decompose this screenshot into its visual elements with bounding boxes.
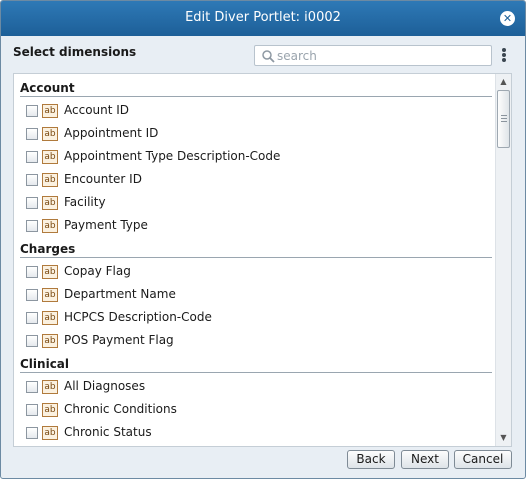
- dimension-row[interactable]: ab Encounter ID: [14, 169, 492, 191]
- group-header: Charges: [20, 238, 492, 258]
- dimension-row[interactable]: ab Chronic Conditions: [14, 399, 492, 421]
- dimension-label: Chronic Status: [64, 425, 152, 439]
- dimension-row[interactable]: ab Account ID: [14, 100, 492, 122]
- search-box[interactable]: [254, 45, 492, 66]
- search-input[interactable]: [277, 48, 487, 64]
- dimension-row[interactable]: abDiagnosis: [14, 445, 492, 446]
- scroll-down-icon[interactable]: ▼: [498, 432, 509, 444]
- close-icon[interactable]: ✕: [500, 11, 515, 26]
- text-type-icon: ab: [42, 104, 58, 118]
- list-scrollbar[interactable]: ▲ ▼: [495, 74, 511, 446]
- dimension-checkbox[interactable]: [26, 266, 38, 278]
- select-dimensions-heading: Select dimensions: [13, 45, 137, 59]
- dimension-row[interactable]: ab Facility: [14, 192, 492, 214]
- dimension-label: POS Payment Flag: [64, 333, 174, 347]
- dimension-checkbox[interactable]: [26, 289, 38, 301]
- dimension-row[interactable]: ab Payment Type: [14, 215, 492, 237]
- dimension-label: HCPCS Description-Code: [64, 310, 212, 324]
- text-type-icon: ab: [42, 426, 58, 440]
- dimension-checkbox[interactable]: [26, 105, 38, 117]
- dimension-label: Account ID: [64, 103, 130, 117]
- dimension-checkbox[interactable]: [26, 404, 38, 416]
- dialog-title: Edit Diver Portlet: i0002: [185, 10, 341, 25]
- edit-portlet-dialog: Edit Diver Portlet: i0002 ✕ Select dimen…: [0, 0, 526, 479]
- next-button[interactable]: Next: [401, 450, 449, 469]
- text-type-icon: ab: [42, 334, 58, 348]
- dimension-row[interactable]: ab Chronic Status: [14, 422, 492, 444]
- dimension-row[interactable]: ab All Diagnoses: [14, 376, 492, 398]
- dimensions-list[interactable]: Account ab Account ID ab Appointment ID ab App…: [13, 73, 512, 447]
- dimension-checkbox[interactable]: [26, 381, 38, 393]
- text-type-icon: ab: [42, 196, 58, 210]
- dimension-label: Payment Type: [64, 218, 148, 232]
- dimension-label: Appointment ID: [64, 126, 159, 140]
- text-type-icon: ab: [42, 403, 58, 417]
- dimension-checkbox[interactable]: [26, 335, 38, 347]
- dimension-row[interactable]: ab Copay Flag: [14, 261, 492, 283]
- kebab-menu-icon[interactable]: [500, 47, 508, 65]
- back-button[interactable]: Back: [347, 450, 395, 469]
- dimension-label: Encounter ID: [64, 172, 142, 186]
- dimension-label: All Diagnoses: [64, 379, 146, 393]
- text-type-icon: ab: [42, 150, 58, 164]
- text-type-icon: ab: [42, 380, 58, 394]
- dimension-checkbox[interactable]: [26, 312, 38, 324]
- text-type-icon: ab: [42, 127, 58, 141]
- dimension-checkbox[interactable]: [26, 174, 38, 186]
- dimension-checkbox[interactable]: [26, 197, 38, 209]
- text-type-icon: ab: [42, 219, 58, 233]
- dimension-row[interactable]: ab Appointment Type Description-Code: [14, 146, 492, 168]
- dimension-label: Copay Flag: [64, 264, 131, 278]
- scrollbar-thumb[interactable]: [497, 90, 510, 148]
- dimension-row[interactable]: ab Department Name: [14, 284, 492, 306]
- text-type-icon: ab: [42, 173, 58, 187]
- dimension-row[interactable]: ab POS Payment Flag: [14, 330, 492, 352]
- scroll-up-icon[interactable]: ▲: [498, 76, 509, 88]
- text-type-icon: ab: [42, 288, 58, 302]
- text-type-icon: ab: [42, 265, 58, 279]
- dimension-label: Facility: [64, 195, 106, 209]
- dimension-label: Appointment Type Description-Code: [64, 149, 281, 163]
- text-type-icon: ab: [42, 311, 58, 325]
- dimension-checkbox[interactable]: [26, 128, 38, 140]
- dimension-checkbox[interactable]: [26, 151, 38, 163]
- dialog-titlebar[interactable]: Edit Diver Portlet: i0002 ✕: [1, 1, 525, 36]
- group-header: Clinical: [20, 353, 492, 373]
- dimension-row[interactable]: ab Appointment ID: [14, 123, 492, 145]
- group-header: Account: [20, 77, 492, 97]
- dimension-label: Department Name: [64, 287, 176, 301]
- dimension-label: Chronic Conditions: [64, 402, 177, 416]
- dimension-checkbox[interactable]: [26, 427, 38, 439]
- dimension-checkbox[interactable]: [26, 220, 38, 232]
- cancel-button[interactable]: Cancel: [454, 450, 512, 469]
- magnifier-icon: [262, 50, 275, 63]
- dimension-row[interactable]: ab HCPCS Description-Code: [14, 307, 492, 329]
